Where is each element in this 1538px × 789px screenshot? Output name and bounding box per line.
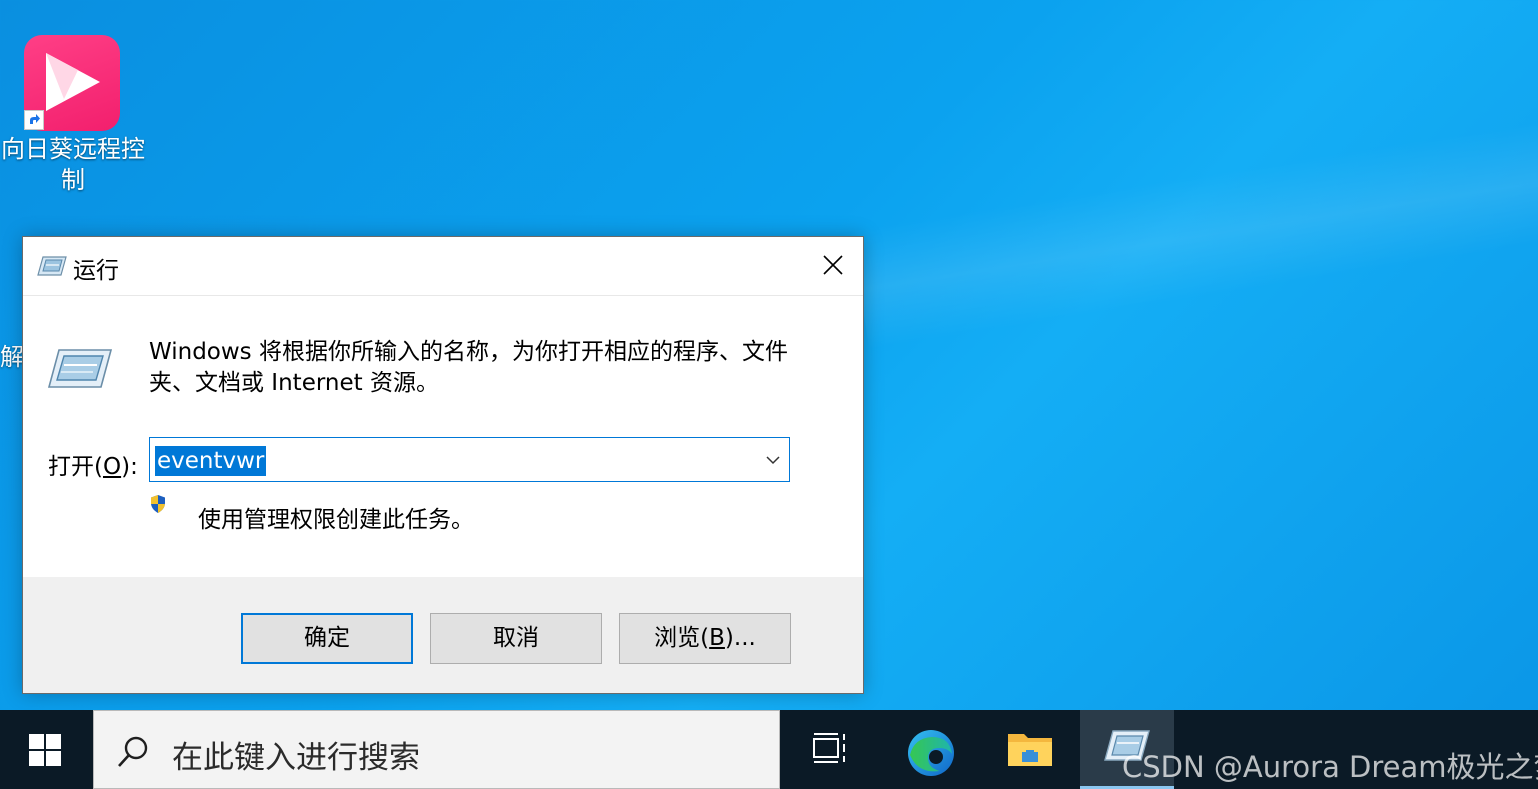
partial-desktop-label: 解	[0, 343, 24, 371]
cancel-button[interactable]: 取消	[430, 613, 602, 664]
wallpaper-light-beam	[850, 89, 1538, 350]
open-input-value[interactable]: eventvwr	[155, 446, 267, 476]
ok-button[interactable]: 确定	[241, 613, 413, 664]
edge-button[interactable]	[883, 710, 977, 789]
desktop-shortcut-label: 向日葵远程控制	[1, 135, 145, 194]
task-view-button[interactable]	[788, 710, 882, 789]
open-label: 打开(O):	[48, 454, 138, 480]
uac-shield-icon	[149, 494, 167, 518]
run-icon	[37, 255, 67, 281]
admin-privileges-note: 使用管理权限创建此任务。	[198, 507, 474, 533]
chevron-down-icon[interactable]	[765, 452, 781, 471]
close-button[interactable]	[799, 237, 863, 295]
run-large-icon	[47, 347, 113, 395]
edge-icon	[908, 730, 954, 776]
task-view-icon	[813, 733, 845, 763]
search-placeholder: 在此键入进行搜索	[172, 740, 420, 776]
title-divider	[23, 295, 863, 296]
dialog-title: 运行	[73, 258, 119, 284]
watermark: CSDN @Aurora Dream极光之梦	[1122, 750, 1538, 784]
browse-button[interactable]: 浏览(B)...	[619, 613, 791, 664]
search-icon	[118, 736, 148, 767]
file-explorer-button[interactable]	[983, 710, 1077, 789]
dialog-footer: 确定 取消 浏览(B)...	[23, 577, 863, 693]
windows-logo-icon	[29, 734, 61, 766]
open-combobox[interactable]: eventvwr	[149, 437, 790, 482]
close-icon	[823, 255, 843, 275]
shortcut-arrow-icon	[24, 110, 44, 130]
dialog-titlebar[interactable]: 运行	[23, 237, 863, 295]
run-dialog: 运行 Windows 将根据你所输入的名称，为你打开相应的程序、文件夹、文档或 …	[22, 236, 864, 694]
dialog-description: Windows 将根据你所输入的名称，为你打开相应的程序、文件夹、文档或 Int…	[149, 339, 788, 396]
taskbar-search-box[interactable]: 在此键入进行搜索	[93, 710, 780, 789]
start-button[interactable]	[0, 710, 92, 789]
file-explorer-icon	[1008, 734, 1052, 766]
